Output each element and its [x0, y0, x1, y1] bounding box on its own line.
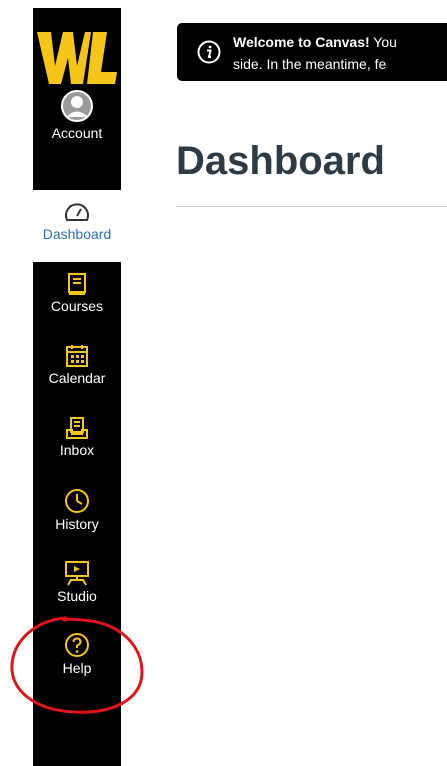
calendar-icon [66, 345, 88, 367]
wl-logo-icon [37, 32, 117, 84]
studio-presentation-icon [65, 561, 89, 586]
nav-item-label: Account [51, 125, 103, 141]
nav-item-courses[interactable]: Courses [33, 272, 121, 332]
nav-item-dashboard[interactable]: Dashboard [33, 190, 121, 262]
inbox-icon [66, 417, 88, 439]
welcome-alert: Welcome to Canvas! You side. In the mean… [177, 23, 447, 81]
nav-item-account[interactable]: Account [33, 83, 121, 181]
nav-item-inbox[interactable]: Inbox [33, 416, 121, 476]
red-circle-annotation [10, 616, 144, 714]
nav-item-label: History [55, 516, 99, 532]
nav-item-label: Dashboard [42, 226, 112, 242]
nav-item-label: Studio [57, 588, 97, 604]
nav-item-history[interactable]: History [33, 488, 121, 548]
nav-item-label: Calendar [48, 370, 106, 386]
top-strip [0, 0, 447, 8]
history-clock-icon [65, 489, 89, 513]
dashboard-speedometer-icon [65, 203, 89, 221]
alert-line2: side. In the meantime, fe [233, 56, 387, 72]
info-icon [197, 40, 221, 64]
canvas-page: Account Dashboard Courses Calendar Inbox… [0, 0, 447, 766]
page-title: Dashboard [176, 139, 385, 183]
alert-bold-text: Welcome to Canvas! [233, 34, 370, 50]
nav-item-studio[interactable]: Studio [33, 560, 121, 620]
nav-item-label: Inbox [59, 442, 95, 458]
courses-book-icon [68, 273, 86, 295]
school-logo[interactable] [33, 28, 121, 88]
alert-message: Welcome to Canvas! You side. In the mean… [233, 31, 447, 75]
title-divider [176, 206, 447, 207]
account-avatar-icon [61, 90, 93, 122]
nav-item-label: Courses [50, 298, 104, 314]
nav-item-calendar[interactable]: Calendar [33, 344, 121, 404]
alert-line1-rest: You [369, 34, 397, 50]
